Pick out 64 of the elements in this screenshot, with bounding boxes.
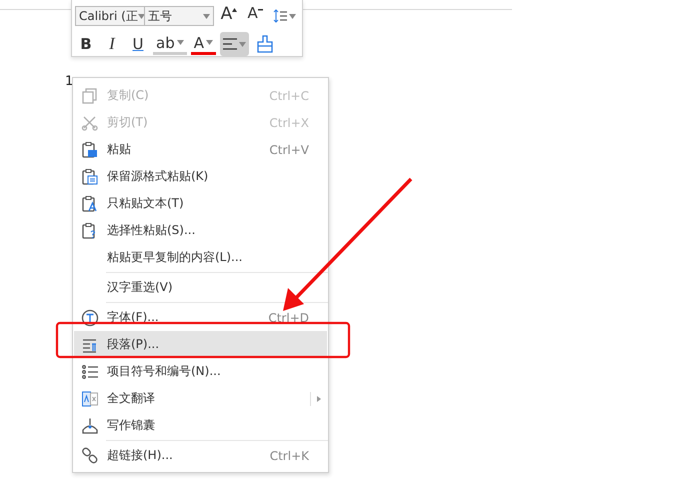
caret-icon — [289, 14, 296, 18]
menu-item[interactable]: 选择性粘贴(S)... — [74, 217, 327, 244]
menu-item-label: 段落(P)... — [107, 336, 160, 353]
menu-item-label: 粘贴更早复制的内容(L)... — [107, 249, 244, 266]
document-text: 1 — [65, 73, 74, 91]
menu-item[interactable]: 超链接(H)... Ctrl+K — [74, 442, 327, 469]
caret-icon — [176, 40, 184, 45]
clipboard-icon — [81, 140, 99, 158]
menu-item-label: 剪切(T) — [107, 114, 149, 131]
caret-icon — [206, 40, 213, 45]
minus-icon — [258, 9, 263, 11]
menu-item-label: 选择性粘贴(S)... — [107, 222, 196, 239]
menu-item[interactable]: 只粘贴文本(T) — [74, 190, 327, 217]
menu-item[interactable]: 保留源格式粘贴(K) — [74, 163, 327, 190]
up-triangle-icon — [232, 8, 238, 12]
menu-item-label: 全文翻译 — [107, 390, 156, 407]
highlight-button[interactable]: ab — [153, 33, 187, 55]
menu-item-label: 复制(C) — [107, 87, 150, 104]
menu-item[interactable]: 段落(P)... — [74, 331, 327, 358]
menu-item-label: 写作锦囊 — [107, 417, 156, 434]
underline-button[interactable]: U — [127, 32, 149, 56]
menu-item[interactable]: 汉字重选(V) — [74, 274, 327, 301]
menu-item[interactable]: 粘贴更早复制的内容(L)... — [74, 244, 327, 271]
menu-item-label: 项目符号和编号(N)... — [107, 363, 222, 380]
shortcut-label: Ctrl+D — [268, 310, 309, 324]
shortcut-label: Ctrl+C — [269, 88, 309, 102]
menu-item[interactable]: 粘贴 Ctrl+V — [74, 136, 327, 163]
menu-item-label: 只粘贴文本(T) — [107, 195, 185, 212]
italic-button[interactable]: I — [101, 32, 123, 56]
shrink-font-button[interactable]: A — [244, 4, 266, 28]
menu-item[interactable]: 写作锦囊 — [74, 412, 327, 439]
submenu-arrow-icon — [317, 396, 321, 402]
menu-item-label: 粘贴 — [107, 141, 132, 158]
grow-font-button[interactable]: A — [218, 4, 240, 28]
menu-item-label: 保留源格式粘贴(K) — [107, 168, 210, 185]
caret-icon — [238, 42, 246, 46]
clipboard-text-icon — [81, 194, 99, 212]
align-button[interactable] — [220, 32, 249, 56]
letter-t-circle-icon — [81, 308, 99, 326]
menu-item[interactable]: 项目符号和编号(N)... — [74, 358, 327, 385]
translate-icon — [81, 390, 99, 408]
bullet-list-icon — [81, 362, 99, 380]
scissors-icon — [81, 114, 99, 132]
menu-item-label: 超链接(H)... — [107, 447, 174, 464]
shortcut-label: Ctrl+X — [269, 116, 309, 130]
menu-item[interactable]: 字体(F)... Ctrl+D — [74, 304, 327, 331]
bold-button[interactable]: B — [75, 32, 97, 56]
copy-icon — [81, 86, 99, 104]
caret-icon — [138, 14, 145, 18]
menu-item[interactable]: 全文翻译 — [74, 385, 327, 412]
menu-item-label: 汉字重选(V) — [107, 279, 174, 296]
font-color-button[interactable]: A — [190, 33, 216, 55]
shortcut-label: Ctrl+V — [269, 142, 309, 156]
format-painter-icon — [256, 35, 274, 53]
menu-item-label: 字体(F)... — [107, 309, 160, 326]
font-name-field[interactable]: Calibri (正 — [75, 6, 145, 26]
caret-icon — [202, 14, 210, 18]
link-icon — [81, 446, 99, 464]
align-left-icon — [222, 38, 237, 50]
pen-nib-icon — [81, 416, 99, 434]
shortcut-label: Ctrl+K — [270, 448, 309, 462]
clipboard-icon — [81, 168, 99, 186]
font-size-field[interactable]: 五号 — [144, 6, 214, 26]
line-spacing-icon — [273, 9, 287, 23]
